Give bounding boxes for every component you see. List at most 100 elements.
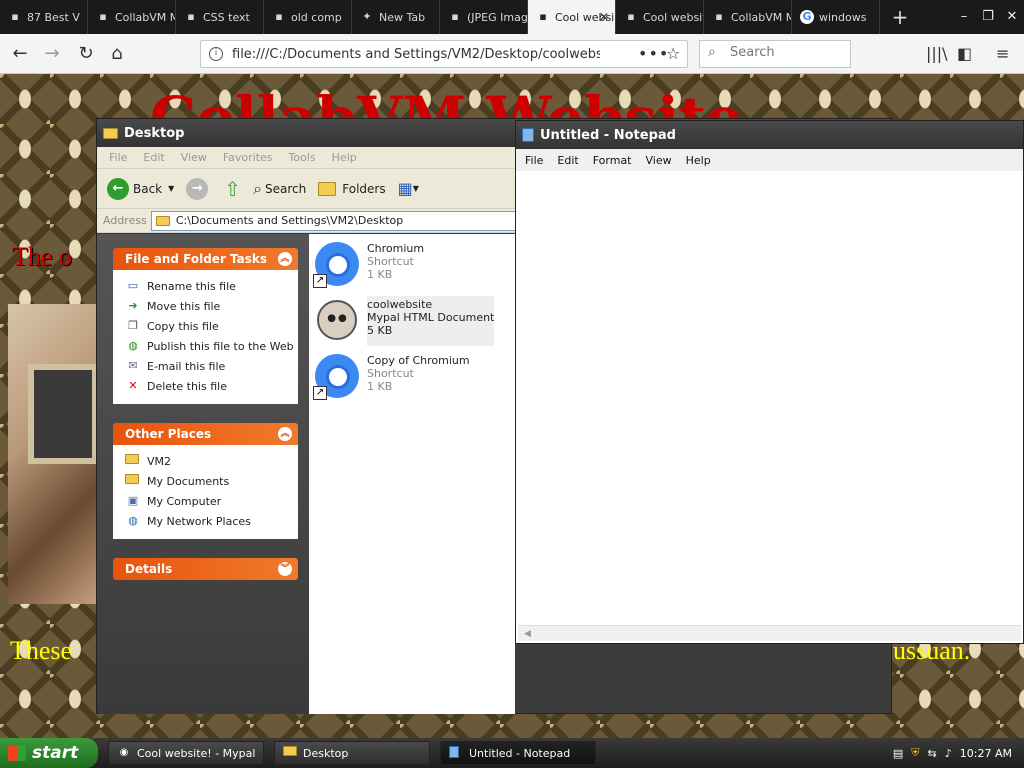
minimize-icon[interactable]: – (952, 0, 976, 34)
network-icon[interactable]: ⇆ (928, 747, 937, 760)
copy-icon: ❐ (128, 319, 138, 332)
file-list: ↗ Chromium Shortcut 1 KB coolwebsite Mypal … (309, 234, 515, 714)
browser-tab[interactable]: ▪ CollabVM Mus (88, 0, 176, 34)
close-tab-icon[interactable]: ✕ (599, 10, 609, 24)
tab-label: New Tab (379, 10, 426, 24)
tab-favicon-icon: ▪ (627, 10, 635, 23)
restore-icon[interactable]: ❐ (976, 0, 1000, 34)
taskbar-item[interactable]: ◉ Cool website! - Mypal (108, 741, 264, 765)
menu-edit[interactable]: Edit (550, 154, 585, 167)
window-controls: – ❐ ✕ (952, 0, 1024, 34)
place-my-computer-link[interactable]: ▣ My Computer (125, 491, 298, 511)
shortcut-arrow-icon: ↗ (313, 274, 327, 288)
tab-label: CollabVM Mus (731, 10, 791, 24)
bookmark-star-icon[interactable]: ☆ (666, 44, 680, 63)
group-title: Details (125, 562, 173, 576)
search-box[interactable]: ⌕ (699, 40, 851, 68)
start-button[interactable]: start (0, 738, 98, 768)
keyboard-icon[interactable]: ▤ (893, 747, 903, 760)
home-icon[interactable]: ⌂ (105, 42, 129, 66)
library-icon[interactable]: |||\ (926, 44, 948, 63)
page-actions-icon[interactable]: ••• (638, 44, 669, 63)
menu-icon[interactable]: ≡ (996, 44, 1009, 63)
explorer-title: Desktop (124, 125, 185, 141)
menu-help[interactable]: Help (679, 154, 718, 167)
menu-edit[interactable]: Edit (135, 151, 172, 164)
reload-icon[interactable]: ↻ (74, 42, 98, 66)
up-folder-button[interactable]: ⇧ (224, 177, 241, 201)
security-shield-icon[interactable]: ⛨ (911, 746, 919, 760)
browser-tab[interactable]: ▪ CSS text (176, 0, 264, 34)
chromium-icon: ↗ (313, 240, 361, 288)
sidebar-icon[interactable]: ◧ (957, 44, 972, 63)
expand-icon[interactable]: ︾ (278, 562, 292, 576)
details-header[interactable]: Details ︾ (113, 558, 298, 580)
menu-tools[interactable]: Tools (281, 151, 324, 164)
menu-format[interactable]: Format (586, 154, 639, 167)
place-vm2-link[interactable]: VM2 (125, 451, 298, 471)
browser-tab[interactable]: ✦ New Tab (352, 0, 440, 34)
taskbar-item-active[interactable]: Untitled - Notepad (440, 741, 596, 765)
place-network-link[interactable]: ◍ My Network Places (125, 511, 298, 531)
info-icon[interactable]: i (209, 47, 223, 61)
publish-file-link[interactable]: ◍ Publish this file to the Web (125, 336, 298, 356)
file-size: 1 KB (367, 268, 393, 281)
forward-button[interactable]: → (186, 177, 212, 200)
url-text: file:///C:/Documents and Settings/VM2/De… (232, 47, 600, 62)
menu-favorites[interactable]: Favorites (215, 151, 281, 164)
horizontal-scrollbar[interactable]: ◀ (518, 625, 1021, 641)
collapse-icon[interactable]: ︽ (278, 427, 292, 441)
browser-tab[interactable]: ▪ 87 Best V (0, 0, 88, 34)
taskbar-item[interactable]: Desktop (274, 741, 430, 765)
place-label: My Network Places (147, 514, 251, 528)
windows-flag-icon (8, 745, 26, 761)
views-button[interactable]: ▦ ▼ (398, 179, 419, 198)
browser-tab[interactable]: ▪ CollabVM Mus (704, 0, 792, 34)
forward-icon: → (186, 177, 209, 200)
file-item[interactable]: ↗ Chromium Shortcut 1 KB (313, 240, 513, 290)
place-my-documents-link[interactable]: My Documents (125, 471, 298, 491)
file-name: Copy of Chromium (367, 354, 470, 367)
menu-view[interactable]: View (173, 151, 215, 164)
menu-file[interactable]: File (518, 154, 550, 167)
file-item-selected[interactable]: coolwebsite Mypal HTML Document 5 KB (313, 296, 513, 346)
rename-file-link[interactable]: ▭ Rename this file (125, 276, 298, 296)
tab-label: CollabVM Mus (115, 10, 175, 24)
copy-file-link[interactable]: ❐ Copy this file (125, 316, 298, 336)
collapse-icon[interactable]: ︽ (278, 252, 292, 266)
move-file-link[interactable]: ➜ Move this file (125, 296, 298, 316)
browser-tab[interactable]: ▪ (JPEG Image, (440, 0, 528, 34)
menu-view[interactable]: View (639, 154, 679, 167)
back-arrow-icon[interactable]: ← (8, 42, 32, 66)
browser-tab[interactable]: ▪ Cool website! (616, 0, 704, 34)
task-label: Rename this file (147, 279, 236, 293)
menu-help[interactable]: Help (324, 151, 365, 164)
file-size: 5 KB (367, 324, 393, 337)
volume-icon[interactable]: ♪ (945, 747, 952, 760)
search-input[interactable] (730, 45, 845, 60)
folders-button[interactable]: Folders (318, 181, 386, 196)
search-label: Search (265, 181, 307, 196)
forward-arrow-icon[interactable]: → (40, 42, 64, 66)
search-button[interactable]: ⌕ Search (253, 179, 306, 199)
url-bar[interactable]: i file:///C:/Documents and Settings/VM2/… (200, 40, 688, 68)
notepad-titlebar[interactable]: Untitled - Notepad (516, 121, 1023, 149)
file-folder-tasks-header[interactable]: File and Folder Tasks ︽ (113, 248, 298, 270)
email-file-link[interactable]: ✉ E-mail this file (125, 356, 298, 376)
other-places-header[interactable]: Other Places ︽ (113, 423, 298, 445)
back-button[interactable]: ← Back ▼ (107, 177, 174, 200)
magnifier-icon: ⌕ (253, 178, 263, 198)
file-item[interactable]: ↗ Copy of Chromium Shortcut 1 KB (313, 352, 513, 402)
tab-favicon-icon: ▪ (715, 10, 723, 23)
new-tab-button[interactable]: + (880, 0, 920, 34)
notepad-text-area[interactable] (518, 171, 1021, 625)
computer-screen (28, 364, 98, 464)
close-icon[interactable]: ✕ (1000, 0, 1024, 34)
browser-tab[interactable]: Gwindows (792, 0, 880, 34)
dropdown-icon[interactable]: ▼ (168, 184, 174, 193)
delete-file-link[interactable]: ✕ Delete this file (125, 376, 298, 396)
globe-icon: ◍ (128, 339, 138, 352)
menu-file[interactable]: File (101, 151, 135, 164)
browser-tab-active[interactable]: ▪ Cool websi ✕ (528, 0, 616, 34)
browser-tab[interactable]: ▪ old comp (264, 0, 352, 34)
